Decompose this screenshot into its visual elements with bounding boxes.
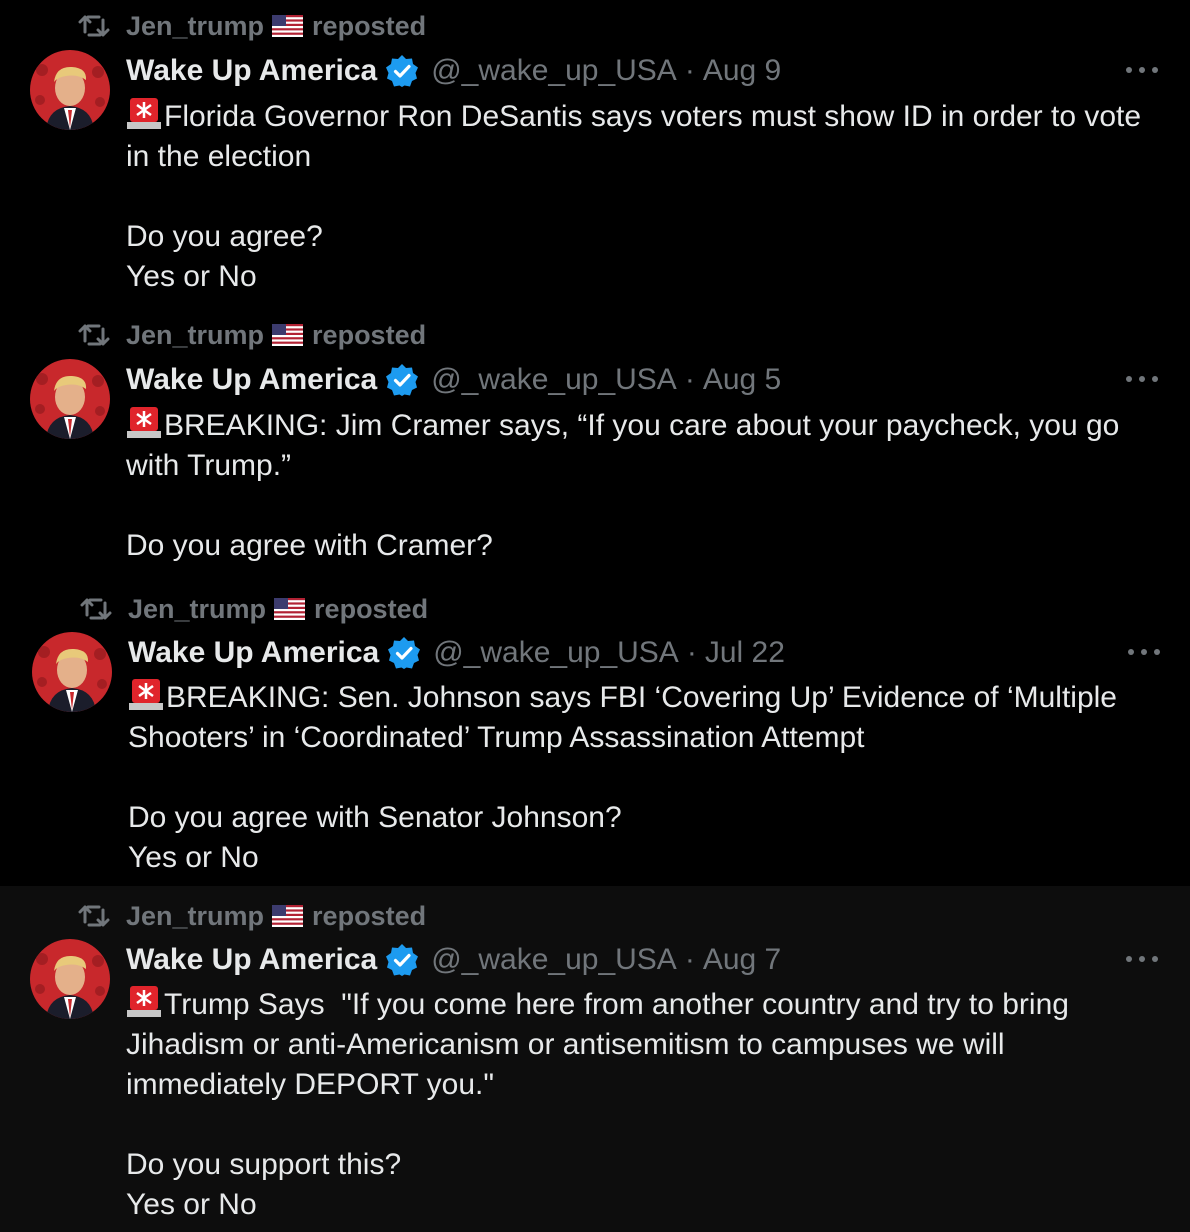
repost-label: reposted [314, 593, 429, 624]
verified-badge-icon [386, 944, 419, 976]
separator: · [686, 636, 697, 669]
author-handle[interactable]: @_wake_up_USA [431, 943, 677, 977]
post-2[interactable]: Jen_trump reposted Wake Up America @_wak… [0, 310, 1190, 590]
author-name[interactable]: Wake Up America [126, 54, 377, 88]
author-name[interactable]: Wake Up America [128, 636, 379, 670]
post-text: Florida Governor Ron DeSantis says voter… [126, 100, 1142, 293]
post-text: Trump Says "If you come here from anothe… [126, 988, 1069, 1221]
author-handle[interactable]: @_wake_up_USA [431, 54, 677, 88]
repost-header: Jen_trump reposted [78, 11, 426, 41]
post-text: BREAKING: Sen. Johnson says FBI ‘Coverin… [128, 681, 1117, 874]
post-text-block: Florida Governor Ron DeSantis says voter… [126, 96, 1166, 297]
avatar[interactable] [32, 632, 112, 712]
more-icon[interactable] [1126, 954, 1158, 964]
repost-label: reposted [312, 319, 427, 350]
post-date[interactable]: Jul 22 [705, 636, 785, 670]
post-text-block: BREAKING: Sen. Johnson says FBI ‘Coverin… [128, 677, 1168, 878]
post-1[interactable]: Jen_trump reposted Wake Up America @_wak… [0, 0, 1190, 310]
avatar[interactable] [30, 939, 110, 1019]
repost-icon [78, 15, 110, 37]
more-icon[interactable] [1126, 374, 1158, 384]
post-text: BREAKING: Jim Cramer says, “If you care … [126, 409, 1120, 562]
post-date[interactable]: Aug 7 [703, 943, 781, 977]
verified-badge-icon [386, 364, 419, 396]
us-flag-icon [272, 905, 304, 927]
post-date[interactable]: Aug 9 [703, 54, 781, 88]
post-header: Wake Up America @_wake_up_USA · Aug 5 [126, 360, 781, 400]
repost-label: reposted [312, 900, 427, 931]
author-name[interactable]: Wake Up America [126, 943, 377, 977]
post-text-block: Trump Says "If you come here from anothe… [126, 984, 1166, 1225]
repost-user[interactable]: Jen_trump [128, 594, 266, 625]
police-light-icon [127, 407, 161, 438]
post-date[interactable]: Aug 5 [703, 363, 781, 397]
verified-badge-icon [386, 55, 419, 87]
post-header: Wake Up America @_wake_up_USA · Aug 7 [126, 940, 781, 980]
author-handle[interactable]: @_wake_up_USA [433, 636, 679, 670]
repost-header: Jen_trump reposted [78, 320, 426, 350]
more-icon[interactable] [1128, 647, 1160, 657]
separator: · [684, 54, 695, 87]
repost-label: reposted [312, 10, 427, 41]
repost-user[interactable]: Jen_trump [126, 11, 264, 42]
repost-header: Jen_trump reposted [80, 594, 428, 624]
post-header: Wake Up America @_wake_up_USA · Jul 22 [128, 633, 785, 673]
author-name[interactable]: Wake Up America [126, 363, 377, 397]
repost-user[interactable]: Jen_trump [126, 901, 264, 932]
repost-icon [80, 598, 112, 620]
avatar[interactable] [30, 50, 110, 130]
post-3[interactable]: Jen_trump reposted Wake Up America @_wak… [0, 590, 1190, 886]
repost-icon [78, 905, 110, 927]
us-flag-icon [272, 324, 304, 346]
repost-user[interactable]: Jen_trump [126, 320, 264, 351]
separator: · [684, 363, 695, 396]
more-icon[interactable] [1126, 65, 1158, 75]
police-light-icon [127, 98, 161, 129]
verified-badge-icon [388, 637, 421, 669]
police-light-icon [127, 986, 161, 1017]
repost-header: Jen_trump reposted [78, 901, 426, 931]
post-text-block: BREAKING: Jim Cramer says, “If you care … [126, 405, 1166, 566]
us-flag-icon [272, 15, 304, 37]
avatar[interactable] [30, 359, 110, 439]
separator: · [684, 943, 695, 976]
us-flag-icon [274, 598, 306, 620]
post-4[interactable]: Jen_trump reposted Wake Up America @_wak… [0, 886, 1190, 1232]
author-handle[interactable]: @_wake_up_USA [431, 363, 677, 397]
repost-icon [78, 324, 110, 346]
post-header: Wake Up America @_wake_up_USA · Aug 9 [126, 51, 781, 91]
police-light-icon [129, 679, 163, 710]
